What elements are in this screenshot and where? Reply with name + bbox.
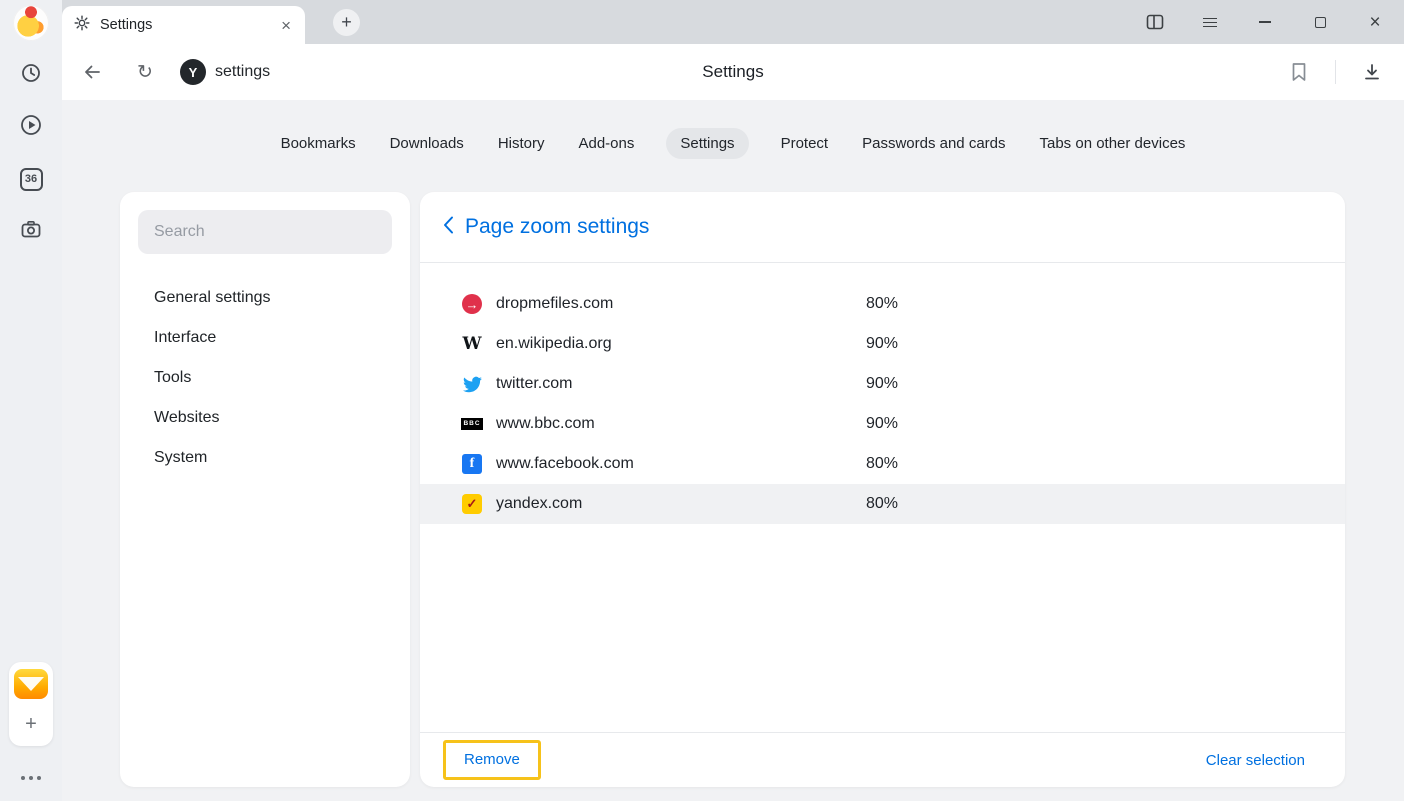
site-name: www.bbc.com <box>496 415 866 433</box>
close-window-button[interactable]: × <box>1355 6 1395 38</box>
browser-side-rail: 36 + <box>0 0 62 801</box>
add-panel-button[interactable]: + <box>9 708 53 740</box>
twitter-favicon <box>462 374 482 394</box>
bbc-glyph: BBC <box>461 418 482 430</box>
tabs-counter-button[interactable]: 36 <box>0 161 62 197</box>
clear-selection-button[interactable]: Clear selection <box>1206 752 1305 769</box>
tab-addons[interactable]: Add-ons <box>576 128 636 159</box>
minimize-button[interactable] <box>1245 6 1285 38</box>
tab-title: Settings <box>100 17 279 33</box>
zoom-row-twitter[interactable]: twitter.com 90% <box>420 364 1345 404</box>
tab-other-devices[interactable]: Tabs on other devices <box>1038 128 1188 159</box>
tab-protect[interactable]: Protect <box>779 128 831 159</box>
sidebar-item-system[interactable]: System <box>120 438 410 478</box>
hamburger-icon <box>1203 18 1217 27</box>
panel-back-header[interactable]: Page zoom settings <box>420 192 1345 262</box>
bookmark-button[interactable] <box>1281 54 1317 90</box>
media-button[interactable] <box>0 109 62 145</box>
toolbar-right-actions <box>1281 44 1390 100</box>
zoom-value: 80% <box>866 495 898 513</box>
side-panel-toggle-button[interactable] <box>1135 6 1175 38</box>
window-controls: × <box>1135 0 1395 44</box>
tab-downloads[interactable]: Downloads <box>388 128 466 159</box>
tab-passwords[interactable]: Passwords and cards <box>860 128 1007 159</box>
site-name: dropmefiles.com <box>496 295 866 313</box>
settings-nav-tabs: Bookmarks Downloads History Add-ons Sett… <box>62 128 1404 159</box>
dropmefiles-favicon: → <box>462 294 482 314</box>
back-button[interactable] <box>76 44 108 100</box>
zoom-value: 90% <box>866 335 898 353</box>
sidebar-item-general[interactable]: General settings <box>120 278 410 318</box>
site-name: yandex.com <box>496 495 866 513</box>
settings-page: Bookmarks Downloads History Add-ons Sett… <box>62 100 1404 801</box>
zoom-row-yandex[interactable]: ✓ yandex.com 80% <box>420 484 1345 524</box>
zoom-row-wikipedia[interactable]: W en.wikipedia.org 90% <box>420 324 1345 364</box>
site-name: twitter.com <box>496 375 866 393</box>
zoom-row-dropmefiles[interactable]: → dropmefiles.com 80% <box>420 284 1345 324</box>
site-favicon: Y <box>180 59 206 85</box>
address-text: settings <box>215 63 270 81</box>
tab-strip: Settings × + × <box>62 0 1404 44</box>
envelope-flap <box>18 677 44 691</box>
clock-icon <box>20 62 42 89</box>
yandex-mail-icon[interactable] <box>14 669 48 699</box>
sidebar-item-interface[interactable]: Interface <box>120 318 410 358</box>
dot <box>29 776 33 780</box>
sidebar-item-tools[interactable]: Tools <box>120 358 410 398</box>
history-button[interactable] <box>0 57 62 93</box>
site-name: en.wikipedia.org <box>496 335 866 353</box>
page-zoom-panel: Page zoom settings → dropmefiles.com 80%… <box>420 192 1345 787</box>
profile-avatar[interactable] <box>13 5 49 41</box>
dot <box>21 776 25 780</box>
gear-icon <box>74 15 90 36</box>
downloads-button[interactable] <box>1354 54 1390 90</box>
tab-close-icon[interactable]: × <box>279 17 293 34</box>
settings-sidebar-card: General settings Interface Tools Website… <box>120 192 410 787</box>
minimize-icon <box>1259 21 1271 23</box>
pinned-apps-panel: + <box>9 662 53 746</box>
screenshot-icon <box>19 218 43 247</box>
wikipedia-favicon: W <box>462 334 482 354</box>
remove-button-highlight: Remove <box>443 740 541 780</box>
maximize-button[interactable] <box>1300 6 1340 38</box>
tab-history[interactable]: History <box>496 128 547 159</box>
screenshot-button[interactable] <box>0 214 62 250</box>
menu-button[interactable] <box>1190 6 1230 38</box>
tab-bookmarks[interactable]: Bookmarks <box>279 128 358 159</box>
toolbar-divider <box>1335 60 1336 84</box>
zoom-site-list: → dropmefiles.com 80% W en.wikipedia.org… <box>420 263 1345 732</box>
reload-button[interactable]: ↻ <box>129 44 161 100</box>
zoom-row-bbc[interactable]: BBC www.bbc.com 90% <box>420 404 1345 444</box>
close-icon: × <box>1369 13 1380 32</box>
chevron-left-icon <box>443 216 454 239</box>
panel-footer: Remove Clear selection <box>420 733 1345 787</box>
panel-title: Page zoom settings <box>465 215 649 239</box>
remove-button[interactable]: Remove <box>464 751 520 768</box>
site-name: www.facebook.com <box>496 455 866 473</box>
more-options-button[interactable] <box>0 766 62 790</box>
browser-tab-settings[interactable]: Settings × <box>62 6 305 44</box>
settings-section-list: General settings Interface Tools Website… <box>120 278 410 478</box>
tab-settings[interactable]: Settings <box>666 128 748 159</box>
facebook-favicon: f <box>462 454 482 474</box>
tab-count-badge: 36 <box>20 168 43 191</box>
zoom-row-facebook[interactable]: f www.facebook.com 80% <box>420 444 1345 484</box>
search-input[interactable] <box>138 210 392 254</box>
dot <box>37 776 41 780</box>
new-tab-button[interactable]: + <box>333 9 360 36</box>
yandex-favicon: ✓ <box>462 494 482 514</box>
zoom-value: 80% <box>866 295 898 313</box>
play-icon <box>19 113 43 142</box>
maximize-icon <box>1315 17 1326 28</box>
address-chip[interactable]: Y settings <box>180 44 270 100</box>
bbc-favicon: BBC <box>462 414 482 434</box>
sidebar-item-websites[interactable]: Websites <box>120 398 410 438</box>
zoom-value: 90% <box>866 375 898 393</box>
zoom-value: 90% <box>866 415 898 433</box>
zoom-value: 80% <box>866 455 898 473</box>
browser-toolbar: ↻ Y settings Settings <box>62 44 1404 100</box>
